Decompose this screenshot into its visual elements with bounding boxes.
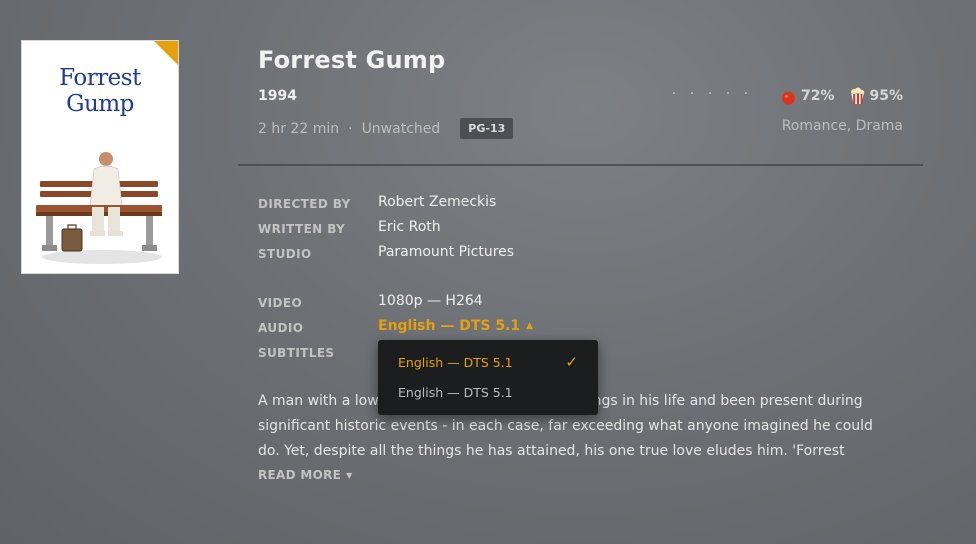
subtitles-label: SUBTITLES (258, 346, 335, 360)
poster-title-line1: Forrest (59, 65, 141, 91)
audience-score: 95% (849, 87, 904, 105)
unwatched-corner-badge (154, 41, 178, 65)
audio-option-label: English — DTS 5.1 (398, 355, 513, 370)
tomato-icon (782, 91, 795, 104)
movie-detail-page: Forrest Gump Forrest Gump 1994 2 hr 22 m… (0, 0, 976, 544)
video-label: VIDEO (258, 296, 303, 310)
review-scores: 72% 95% (780, 87, 903, 105)
audio-option[interactable]: English — DTS 5.1 (378, 379, 598, 409)
meta-line: 2 hr 22 min · Unwatched PG-13 (258, 118, 514, 139)
poster-title-line2: Gump (66, 91, 134, 117)
audio-label: AUDIO (258, 321, 304, 335)
poster-bench-illustration (36, 152, 162, 264)
meta-separator: · (348, 120, 353, 137)
critic-score-value: 72% (801, 88, 835, 104)
content-rating-badge[interactable]: PG-13 (460, 118, 514, 139)
audience-score-value: 95% (869, 88, 904, 104)
audio-dropdown-menu: English — DTS 5.1 ✓ English — DTS 5.1 (378, 340, 598, 415)
popcorn-icon (850, 87, 864, 104)
watch-status: Unwatched (361, 120, 441, 137)
writer-value[interactable]: Eric Roth (378, 219, 441, 235)
star-2-dot[interactable]: · (683, 86, 701, 102)
caret-up-icon: ▲ (526, 321, 534, 331)
star-3-dot[interactable]: · (701, 86, 719, 102)
critic-score: 72% (780, 88, 835, 105)
audio-option-label: English — DTS 5.1 (398, 385, 513, 400)
poster-title: Forrest Gump (22, 65, 178, 117)
user-star-rating[interactable]: · · · · · (665, 86, 755, 102)
star-1-dot[interactable]: · (665, 86, 683, 102)
caret-down-icon: ▼ (346, 470, 353, 480)
duration: 2 hr 22 min (258, 120, 340, 137)
directed-by-label: DIRECTED BY (258, 197, 351, 211)
audio-option[interactable]: English — DTS 5.1 ✓ (378, 349, 598, 379)
star-5-dot[interactable]: · (737, 86, 755, 102)
written-by-label: WRITTEN BY (258, 222, 346, 236)
movie-poster[interactable]: Forrest Gump (21, 40, 179, 274)
video-value: 1080p — H264 (378, 293, 483, 309)
movie-title: Forrest Gump (258, 46, 446, 74)
audio-selected-value: English — DTS 5.1 (378, 318, 521, 334)
genres: Romance, Drama (781, 118, 903, 134)
audio-selector[interactable]: English — DTS 5.1 ▲ (378, 318, 533, 334)
read-more-button[interactable]: READ MORE ▼ (258, 468, 353, 482)
studio-label: STUDIO (258, 247, 312, 261)
header-divider (238, 164, 923, 166)
check-icon: ✓ (565, 353, 578, 371)
star-4-dot[interactable]: · (719, 86, 737, 102)
director-value[interactable]: Robert Zemeckis (378, 194, 496, 210)
studio-value[interactable]: Paramount Pictures (378, 244, 514, 260)
release-year[interactable]: 1994 (258, 88, 297, 104)
read-more-label: READ MORE (258, 468, 342, 482)
